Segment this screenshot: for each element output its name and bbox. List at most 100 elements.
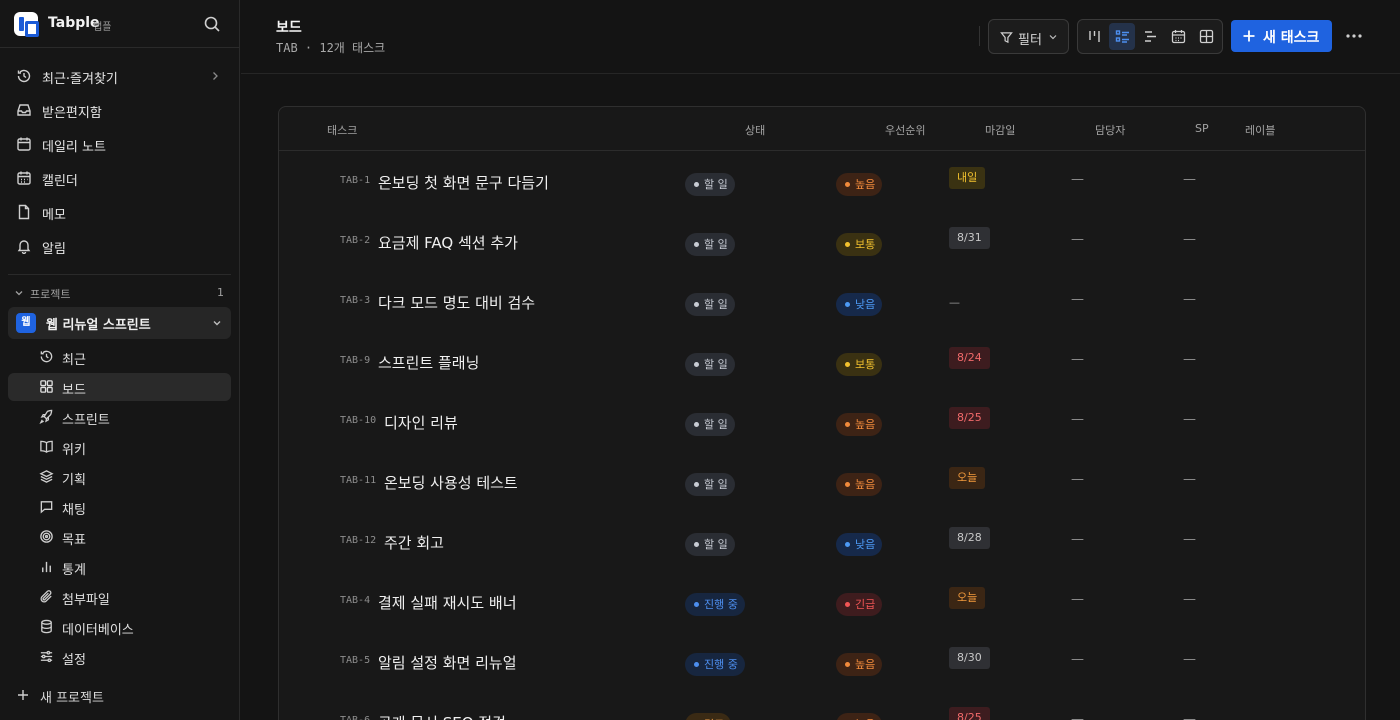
priority-badge[interactable]: 보통 [836,233,883,256]
project-nav-chat[interactable]: 채팅 [8,493,231,521]
status-badge[interactable]: 할 일 [685,233,735,256]
project-nav-settings[interactable]: 설정 [8,643,231,671]
assignee-cell[interactable]: — [1071,652,1084,667]
chevron-down-icon[interactable] [211,317,223,329]
priority-badge[interactable]: 높음 [836,713,883,720]
project-nav-planning[interactable]: 기획 [8,463,231,491]
due-date[interactable]: 8/25 [949,407,990,429]
story-points-cell[interactable]: — [1183,532,1196,547]
story-points-cell[interactable]: — [1183,592,1196,607]
priority-badge[interactable]: 높음 [836,413,883,436]
status-badge[interactable]: 할 일 [685,473,735,496]
column-header-due[interactable]: 마감일 [985,122,1015,138]
column-header-labels[interactable]: 레이블 [1245,122,1275,138]
due-date[interactable]: 8/24 [949,347,990,369]
status-badge[interactable]: 할 일 [685,413,735,436]
project-nav-sprint[interactable]: 스프린트 [8,403,231,431]
due-date[interactable]: 내일 [949,167,986,189]
priority-badge[interactable]: 낮음 [836,293,883,316]
new-task-button[interactable]: 새 태스크 [1231,20,1332,52]
assignee-cell[interactable]: — [1071,292,1084,307]
project-item[interactable]: 웹 웹 리뉴얼 스프린트 [8,307,231,339]
project-nav-recent[interactable]: 최근 [8,343,231,371]
story-points-cell[interactable]: — [1183,412,1196,427]
priority-badge[interactable]: 높음 [836,173,883,196]
status-badge[interactable]: 할 일 [685,533,735,556]
nav-item-memo[interactable]: 메모 [8,197,231,227]
task-name[interactable]: 디자인 리뷰 [384,412,458,433]
due-date[interactable]: 8/31 [949,227,990,249]
task-name[interactable]: 결제 실패 재시도 배너 [378,592,517,613]
project-nav-database[interactable]: 데이터베이스 [8,613,231,641]
status-badge[interactable]: 진행 중 [685,653,745,676]
new-project-button[interactable]: 새 프로젝트 [8,682,231,708]
assignee-cell[interactable]: — [1071,592,1084,607]
due-date[interactable]: 8/25 [949,707,990,720]
project-nav-stats[interactable]: 통계 [8,553,231,581]
view-timeline-button[interactable] [1137,23,1163,50]
status-badge[interactable]: 검토 [685,713,732,720]
task-name[interactable]: 알림 설정 화면 리뉴얼 [378,652,517,673]
table-row[interactable]: TAB-3 다크 모드 명도 대비 검수 할 일 낮음 — — — [279,272,1365,332]
priority-badge[interactable]: 높음 [836,473,883,496]
task-name[interactable]: 다크 모드 명도 대비 검수 [378,292,535,313]
nav-item-daily-note[interactable]: 데일리 노트 [8,129,231,159]
story-points-cell[interactable]: — [1183,352,1196,367]
task-name[interactable]: 주간 회고 [384,532,444,553]
table-row[interactable]: TAB-9 스프린트 플래닝 할 일 보통 8/24 — — [279,332,1365,392]
story-points-cell[interactable]: — [1183,472,1196,487]
project-nav-wiki[interactable]: 위키 [8,433,231,461]
assignee-cell[interactable]: — [1071,172,1084,187]
table-row[interactable]: TAB-11 온보딩 사용성 테스트 할 일 높음 오늘 — — [279,452,1365,512]
table-row[interactable]: TAB-4 결제 실패 재시도 배너 진행 중 긴급 오늘 — — [279,572,1365,632]
column-header-priority[interactable]: 우선순위 [885,122,925,138]
assignee-cell[interactable]: — [1071,712,1084,720]
projects-section-header[interactable]: 프로젝트 1 [8,284,231,302]
due-date[interactable]: 8/28 [949,527,990,549]
assignee-cell[interactable]: — [1071,532,1084,547]
nav-item-calendar[interactable]: 캘린더 [8,163,231,193]
due-date[interactable]: 8/30 [949,647,990,669]
nav-item-inbox[interactable]: 받은편지함 [8,95,231,125]
view-list-button[interactable] [1109,23,1135,50]
story-points-cell[interactable]: — [1183,172,1196,187]
project-nav-attachments[interactable]: 첨부파일 [8,583,231,611]
status-badge[interactable]: 할 일 [685,173,735,196]
task-name[interactable]: 온보딩 사용성 테스트 [384,472,518,493]
table-row[interactable]: TAB-12 주간 회고 할 일 낮음 8/28 — — [279,512,1365,572]
project-nav-goals[interactable]: 목표 [8,523,231,551]
project-nav-board[interactable]: 보드 [8,373,231,401]
column-header-status[interactable]: 상태 [745,122,765,138]
column-header-assignee[interactable]: 담당자 [1095,122,1125,138]
table-row[interactable]: TAB-5 알림 설정 화면 리뉴얼 진행 중 높음 8/30 — — [279,632,1365,692]
search-icon[interactable] [202,14,222,34]
table-row[interactable]: TAB-2 요금제 FAQ 섹션 추가 할 일 보통 8/31 — — [279,212,1365,272]
nav-item-recent-favorites[interactable]: 최근·즐겨찾기 [8,61,231,91]
table-row[interactable]: TAB-10 디자인 리뷰 할 일 높음 8/25 — — [279,392,1365,452]
filter-button[interactable]: 필터 [988,19,1069,54]
due-date[interactable]: 오늘 [949,467,986,489]
table-row[interactable]: TAB-1 온보딩 첫 화면 문구 다듬기 할 일 높음 내일 — — [279,152,1365,212]
more-icon[interactable] [1344,26,1364,46]
assignee-cell[interactable]: — [1071,412,1084,427]
task-name[interactable]: 스프린트 플래닝 [378,352,479,373]
assignee-cell[interactable]: — [1071,472,1084,487]
view-kanban-button[interactable] [1081,23,1107,50]
app-logo[interactable] [14,12,39,37]
nav-item-notifications[interactable]: 알림 [8,231,231,261]
status-badge[interactable]: 할 일 [685,353,735,376]
due-date[interactable]: 오늘 [949,587,986,609]
priority-badge[interactable]: 높음 [836,653,883,676]
story-points-cell[interactable]: — [1183,712,1196,720]
priority-badge[interactable]: 긴급 [836,593,883,616]
story-points-cell[interactable]: — [1183,652,1196,667]
status-badge[interactable]: 진행 중 [685,593,745,616]
story-points-cell[interactable]: — [1183,292,1196,307]
column-header-task[interactable]: 태스크 [327,122,357,138]
story-points-cell[interactable]: — [1183,232,1196,247]
column-header-sp[interactable]: SP [1195,122,1209,135]
priority-badge[interactable]: 보통 [836,353,883,376]
status-badge[interactable]: 할 일 [685,293,735,316]
priority-badge[interactable]: 낮음 [836,533,883,556]
view-calendar-button[interactable] [1165,23,1191,50]
